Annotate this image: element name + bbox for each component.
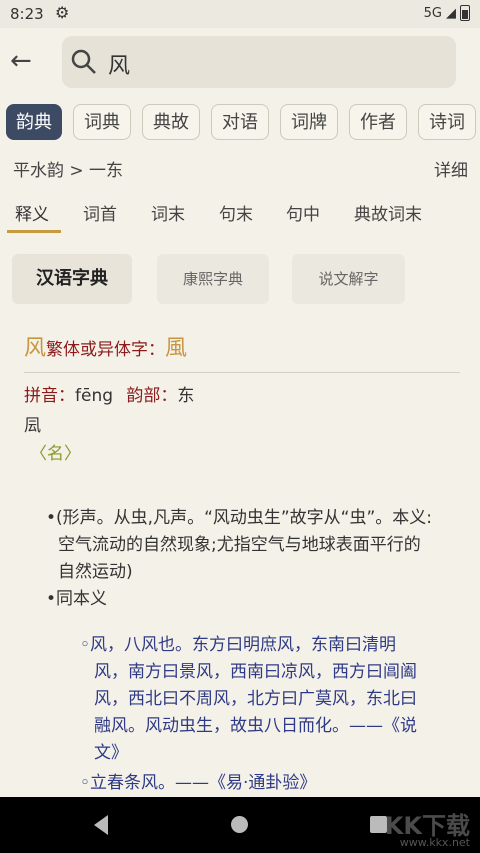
active-tab-underline	[7, 230, 61, 233]
search-box[interactable]: 风	[62, 36, 456, 88]
radical-label: 韵部：	[126, 386, 178, 406]
sub-tabs: 释义 词首 词末 句末 句中 典故词末	[0, 192, 480, 233]
definition-line: 空气流动的自然现象;尤指空气与地球表面平行的	[58, 535, 421, 555]
tab-cipai[interactable]: 词牌	[280, 104, 338, 140]
top-bar: ← 风	[0, 28, 480, 96]
subtab-jumo[interactable]: 句末	[219, 200, 253, 225]
tab-duiyu[interactable]: 对语	[211, 104, 269, 140]
subtab-cimo[interactable]: 词末	[151, 200, 185, 225]
battery-icon	[460, 5, 470, 21]
tab-cidian[interactable]: 词典	[73, 104, 131, 140]
network-label: 5G	[423, 5, 442, 21]
dict-shuowen[interactable]: 说文解字	[292, 254, 405, 304]
dict-kangxi[interactable]: 康熙字典	[157, 254, 269, 304]
sub-definition-line: ◦立春条风。——《易·通卦验》	[80, 773, 317, 793]
back-arrow-icon[interactable]: ←	[10, 46, 32, 76]
search-query[interactable]: 风	[108, 48, 130, 80]
category-tabs: 韵典 词典 典故 对语 词牌 作者 诗词	[0, 104, 480, 142]
trad-label: 繁体或异体字：	[46, 340, 166, 360]
entry-char: 风	[24, 336, 47, 361]
entry-head: 风繁体或异体字：風	[24, 330, 460, 362]
subtab-diangu-cimo[interactable]: 典故词末	[354, 200, 422, 225]
dictionary-switcher: 汉语字典 康熙字典 说文解字	[0, 254, 480, 304]
status-time: 8:23	[10, 5, 44, 23]
sub-definition-line: 融风。风动虫生，故虫八日而化。——《说	[94, 716, 417, 736]
pinyin-value: fēng	[75, 386, 114, 406]
sub-definition-line: 风，西北曰不周风，北方曰广莫风，东北曰	[94, 689, 417, 709]
pinyin-row: 拼音：fēng 韵部：东	[24, 381, 194, 406]
tab-shici[interactable]: 诗词	[418, 104, 476, 140]
subtab-shiyi[interactable]: 释义	[15, 200, 49, 225]
search-icon	[71, 49, 96, 74]
pinyin-label: 拼音：	[24, 386, 75, 406]
settings-gear-icon: ⚙	[55, 3, 70, 22]
nav-home-icon[interactable]	[231, 816, 248, 833]
trad-char: 風	[165, 336, 188, 361]
tab-diangu[interactable]: 典故	[142, 104, 200, 140]
sub-definition-line: 文》	[94, 743, 128, 763]
detail-link[interactable]: 详细	[434, 156, 468, 181]
sub-definition-line: ◦风，八风也。东方曰明庶风，东南曰清明	[80, 635, 397, 655]
variant-char: 凨	[24, 416, 41, 436]
part-of-speech: 〈名〉	[30, 444, 81, 464]
status-right: 5G ◢	[424, 5, 470, 21]
breadcrumb[interactable]: 平水韵 > 一东	[13, 156, 123, 181]
status-bar: 8:23 ⚙ 5G ◢	[0, 0, 480, 28]
entry-header: 风繁体或异体字：風	[24, 330, 460, 383]
watermark-sub: www.kkx.net	[399, 836, 470, 849]
nav-back-icon[interactable]	[94, 815, 108, 835]
definition-block: •(形声。从虫,凡声。“风动虫生”故字从“虫”。本义: 空气流动的自然现象;尤指…	[46, 505, 466, 613]
tab-zuozhe[interactable]: 作者	[349, 104, 407, 140]
definition-line: •(形声。从虫,凡声。“风动虫生”故字从“虫”。本义:	[46, 508, 433, 528]
dict-hanyu[interactable]: 汉语字典	[12, 254, 132, 304]
sub-definition-line: 风，南方曰景风，西南曰凉风，西方曰阊阖	[94, 662, 417, 682]
watermark: KK下载 www.kkx.net	[385, 806, 470, 849]
definition-line: •同本义	[46, 589, 108, 609]
subtab-cishou[interactable]: 词首	[83, 200, 117, 225]
definition-line: 自然运动)	[58, 562, 133, 582]
radical-value: 东	[177, 386, 195, 406]
divider	[24, 372, 460, 373]
tab-yundian[interactable]: 韵典	[6, 104, 62, 140]
subtab-juzhong[interactable]: 句中	[286, 200, 320, 225]
signal-icon: ◢	[446, 5, 456, 21]
